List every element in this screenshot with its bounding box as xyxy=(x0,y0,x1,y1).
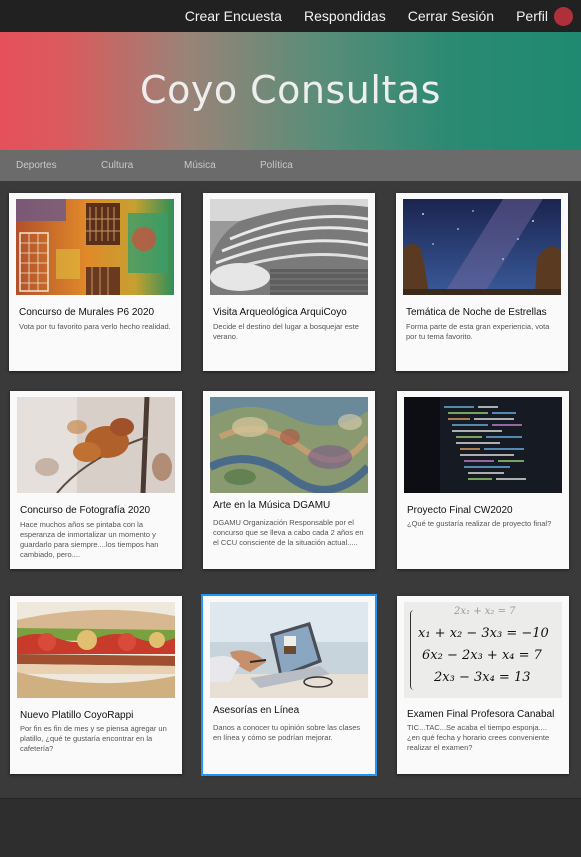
hero-banner: Coyo Consultas xyxy=(0,32,581,150)
card-title: Examen Final Profesora Canabal xyxy=(407,709,555,720)
card-description: TIC...TAC...Se acaba el tiempo esponja..… xyxy=(407,723,550,752)
category-politica[interactable]: Política xyxy=(260,160,293,171)
card-description: DGAMU Organización Responsable por el co… xyxy=(213,518,364,547)
card-title: Nuevo Platillo CoyoRappi xyxy=(20,710,134,721)
abstract-art-image xyxy=(210,397,368,493)
survey-card[interactable]: Visita Arqueológica ArquiCoyo Decide el … xyxy=(203,193,375,371)
card-title: Concurso de Fotografía 2020 xyxy=(20,505,151,516)
equations-image: 2x₁ + x₂ = 7 x₁ + x₂ − 3x₃ = −10 6x₂ − 2… xyxy=(404,602,562,698)
page-title: Coyo Consultas xyxy=(140,68,441,112)
survey-card[interactable]: Concurso de Murales P6 2020 Vota por tu … xyxy=(9,193,181,371)
card-title: Arte en la Música DGAMU xyxy=(213,500,331,511)
top-navbar: Crear Encuesta Respondidas Cerrar Sesión… xyxy=(0,0,581,32)
card-title: Asesorías en Línea xyxy=(213,705,300,716)
amphitheater-image xyxy=(210,199,368,295)
equation-line: 2x₁ + x₂ = 7 xyxy=(454,606,516,617)
card-description: Por fin es fin de mes y se piensa agrega… xyxy=(20,724,167,753)
card-description: Decide el destino del lugar a bosquejar … xyxy=(213,322,359,341)
card-description: Danos a conocer tu opinión sobre las cla… xyxy=(213,723,361,742)
profile-label: Perfil xyxy=(516,8,548,24)
sandwich-image xyxy=(17,602,175,698)
logout-link[interactable]: Cerrar Sesión xyxy=(408,8,494,24)
answered-link[interactable]: Respondidas xyxy=(304,8,386,24)
card-description: Forma parte de esta gran experiencia, vo… xyxy=(406,322,550,341)
equation-line: 6x₂ − 2x₃ + x₄ = 7 xyxy=(422,648,542,663)
laptop-image xyxy=(210,602,368,698)
survey-card[interactable]: 2x₁ + x₂ = 7 x₁ + x₂ − 3x₃ = −10 6x₂ − 2… xyxy=(397,596,569,774)
night-sky-image xyxy=(403,199,561,295)
nav-links: Crear Encuesta Respondidas Cerrar Sesión… xyxy=(163,0,573,32)
survey-card[interactable]: Concurso de Fotografía 2020 Hace muchos … xyxy=(10,391,182,569)
card-title: Proyecto Final CW2020 xyxy=(407,505,513,516)
survey-card[interactable]: Nuevo Platillo CoyoRappi Por fin es fin … xyxy=(10,596,182,774)
card-description: Hace muchos años se pintaba con la esper… xyxy=(20,520,159,559)
card-description: ¿Qué te gustaría realizar de proyecto fi… xyxy=(407,519,552,528)
autumn-leaves-image xyxy=(17,397,175,493)
category-musica[interactable]: Música xyxy=(184,160,216,171)
survey-card[interactable]: Asesorías en Línea Danos a conocer tu op… xyxy=(201,594,377,776)
equation-line: 2x₃ − 3x₄ = 13 xyxy=(434,670,531,685)
code-screen-image xyxy=(404,397,562,493)
survey-card[interactable]: Proyecto Final CW2020 ¿Qué te gustaría r… xyxy=(397,391,569,569)
equation-line: x₁ + x₂ − 3x₃ = −10 xyxy=(418,626,549,641)
card-title: Concurso de Murales P6 2020 xyxy=(19,307,155,318)
profile-menu[interactable]: Perfil xyxy=(516,6,573,26)
card-title: Visita Arqueológica ArquiCoyo xyxy=(213,307,347,318)
avatar[interactable] xyxy=(554,6,573,26)
survey-card[interactable]: Temática de Noche de Estrellas Forma par… xyxy=(396,193,568,371)
footer xyxy=(0,798,581,857)
create-survey-link[interactable]: Crear Encuesta xyxy=(185,8,282,24)
survey-card[interactable]: Arte en la Música DGAMU DGAMU Organizaci… xyxy=(203,391,375,569)
mural-image xyxy=(16,199,174,295)
category-bar: Deportes Cultura Música Política xyxy=(0,150,581,181)
category-cultura[interactable]: Cultura xyxy=(101,160,133,171)
card-description: Vota por tu favorito para verlo hecho re… xyxy=(19,322,171,331)
card-title: Temática de Noche de Estrellas xyxy=(406,307,547,318)
brace-icon xyxy=(410,610,414,690)
category-deportes[interactable]: Deportes xyxy=(16,160,57,171)
